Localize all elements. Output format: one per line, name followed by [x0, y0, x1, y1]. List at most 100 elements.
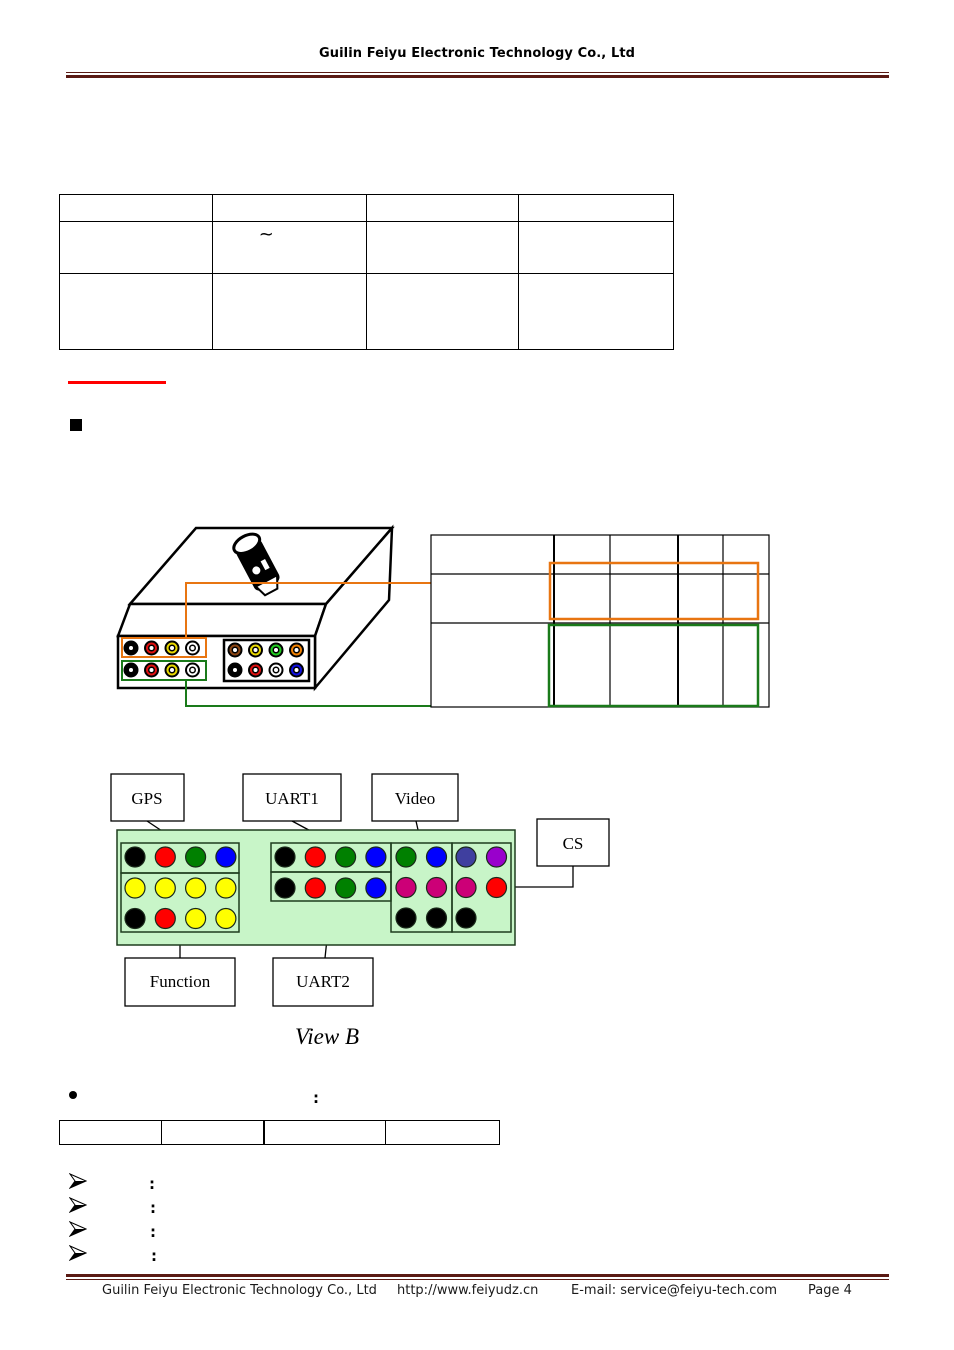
pin-dot: [485, 846, 508, 868]
view-b-diagram: GPS UART1 Video CS Function UART2 View B: [110, 773, 610, 1049]
spec-cell: ~: [211, 221, 367, 274]
rca-jack-hole: [149, 646, 154, 650]
rca-jack-hole: [294, 668, 299, 672]
rca-jack-hole: [294, 648, 299, 652]
pin-dot: [335, 877, 357, 899]
cs-leader: [513, 865, 574, 888]
pin-dot: [154, 877, 176, 899]
spec-cell: [365, 221, 520, 274]
cs-label: CS: [563, 834, 584, 853]
footer-rule-thick: [66, 1274, 889, 1277]
list-item-colon: :: [149, 1175, 155, 1193]
rca-jack-hole: [274, 648, 278, 652]
footer-page-number: Page 4: [808, 1283, 852, 1298]
view-b-caption: View B: [295, 1024, 359, 1049]
small-table: [59, 1120, 500, 1145]
rca-jack-hole: [233, 668, 237, 672]
spec-cell: [211, 273, 367, 350]
small-table-cell: [263, 1120, 387, 1145]
footer-email-link[interactable]: E-mail: service@feiyu-tech.com: [571, 1283, 777, 1298]
pin-dot: [365, 877, 387, 899]
spec-cell: [59, 194, 213, 222]
bullet-colon: :: [313, 1089, 319, 1107]
pin-dot: [124, 846, 146, 868]
pin-dot: [395, 876, 417, 899]
rca-jack-hole: [170, 668, 174, 672]
pin-dot: [154, 907, 176, 930]
section-heading-underline: [68, 381, 166, 384]
spec-cell: [59, 273, 213, 350]
spec-cell: [518, 221, 674, 274]
pin-dot: [274, 846, 296, 868]
pin-dot: [215, 877, 237, 899]
footer-website-link[interactable]: http://www.feiyudz.cn: [397, 1283, 538, 1298]
pin-dot: [395, 846, 417, 868]
rca-jack-hole: [274, 668, 278, 672]
small-table-cell: [59, 1120, 162, 1145]
spec-cell: [59, 221, 213, 274]
pin-dot: [455, 846, 477, 868]
list-item-colon: :: [151, 1247, 157, 1265]
header-rule-thin: [66, 72, 889, 73]
pin-dot: [365, 846, 387, 868]
spec-table: ~: [59, 194, 674, 350]
pin-dot: [485, 876, 508, 899]
box-top-strip: [116, 602, 328, 638]
pin-dot: [335, 846, 357, 868]
footer-company: Guilin Feiyu Electronic Technology Co., …: [102, 1283, 377, 1298]
round-bullet-icon: [69, 1091, 77, 1099]
function-label: Function: [150, 972, 211, 991]
arrow-bullet-icon: [69, 1245, 87, 1261]
rca-jack-hole: [253, 648, 258, 652]
pin-table: [430, 534, 770, 708]
pin-dot: [215, 846, 237, 868]
rca-jack-hole: [129, 668, 133, 672]
spec-table-row: [59, 194, 674, 222]
pin-dot: [154, 846, 176, 868]
connector-figure: [116, 524, 770, 708]
list-item-colon: :: [150, 1223, 156, 1241]
arrow-bullet-icon: [69, 1173, 87, 1189]
pin-dot: [274, 877, 296, 899]
spec-cell: [211, 194, 367, 222]
spec-cell: [518, 194, 674, 222]
rca-jack-hole: [170, 646, 174, 650]
rca-jack-hole: [190, 668, 195, 672]
header-title: Guilin Feiyu Electronic Technology Co., …: [318, 46, 636, 61]
rca-jack-hole: [253, 668, 258, 672]
list-item-colon: :: [150, 1199, 156, 1217]
pin-dot: [215, 907, 237, 930]
pin-dot: [425, 846, 448, 868]
arrow-bullet-icon: [69, 1221, 87, 1237]
uart2-label: UART2: [296, 972, 350, 991]
uart1-label: UART1: [265, 789, 319, 808]
range-tilde: ~: [258, 224, 274, 245]
pin-dot: [304, 877, 326, 899]
spec-cell: [365, 194, 520, 222]
rca-jack-hole: [190, 646, 195, 650]
video-label: Video: [395, 789, 436, 808]
pin-dot: [395, 907, 417, 929]
footer-rule-thin: [66, 1279, 889, 1280]
spec-table-row: [59, 273, 674, 350]
arrow-bullet-icon: [69, 1197, 87, 1213]
gps-label: GPS: [131, 789, 162, 808]
pin-dot: [185, 907, 207, 930]
pin-dot: [124, 877, 146, 899]
pin-dot: [124, 907, 146, 930]
pin-dot: [425, 876, 448, 899]
rca-jack-hole: [129, 646, 133, 650]
pin-dot: [455, 907, 477, 929]
spec-cell: [365, 273, 520, 350]
header-rule-thick: [66, 75, 889, 78]
pin-dot: [185, 877, 207, 899]
square-bullet-icon: [70, 419, 82, 431]
pin-dot: [185, 846, 207, 868]
pin-dot: [455, 876, 477, 899]
spec-table-row: ~: [59, 221, 674, 274]
rca-jack-hole: [149, 668, 154, 672]
small-table-cell: [160, 1120, 265, 1145]
small-table-row: [59, 1120, 500, 1145]
spec-cell: [518, 273, 674, 350]
pin-dot: [304, 846, 326, 868]
